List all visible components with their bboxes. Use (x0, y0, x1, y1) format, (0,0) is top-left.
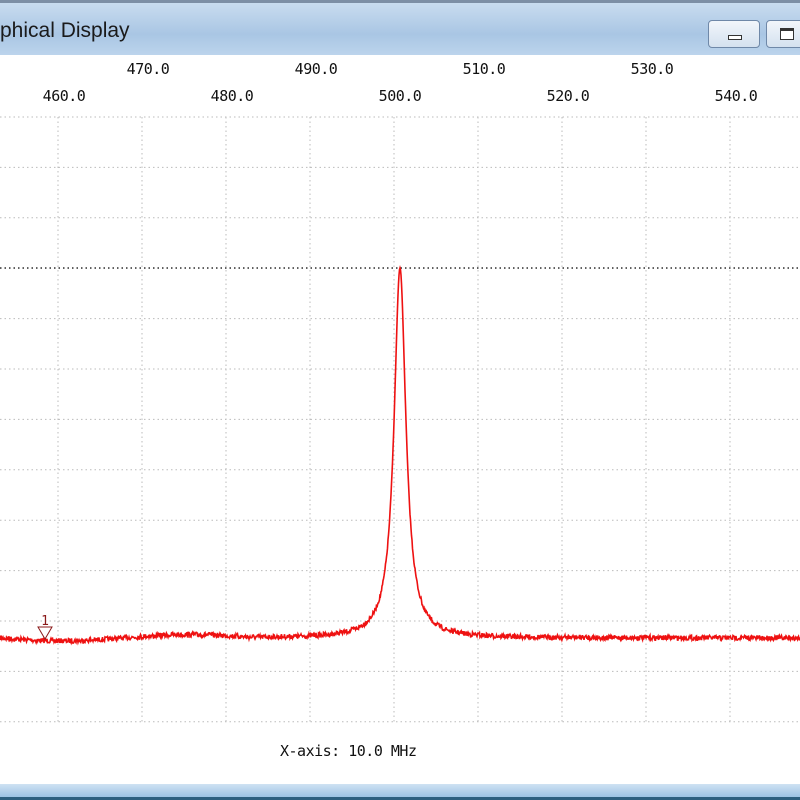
marker-triangle-icon (37, 626, 53, 640)
title-bar: phical Display (0, 0, 800, 55)
spectrum-trace (0, 265, 800, 646)
maximize-icon (780, 28, 794, 40)
minimize-icon (728, 35, 742, 40)
x-tick-label-top: 490.0 (294, 60, 338, 78)
x-tick-label-bottom: 480.0 (210, 87, 254, 105)
x-tick-label-bottom: 500.0 (378, 87, 422, 105)
minimize-button[interactable] (708, 20, 760, 48)
x-tick-label-bottom: 460.0 (42, 87, 86, 105)
x-tick-label-bottom: 540.0 (714, 87, 758, 105)
x-tick-label-top: 470.0 (126, 60, 170, 78)
marker-1[interactable]: 1 (37, 614, 53, 640)
spectrum-plot: 1 (0, 116, 800, 723)
window-title: phical Display (0, 19, 130, 42)
x-tick-label-bottom: 520.0 (546, 87, 590, 105)
x-tick-label-top: 530.0 (630, 60, 674, 78)
x-tick-label-top: 510.0 (462, 60, 506, 78)
x-axis-scale-label: X-axis: 10.0 MHz (280, 742, 417, 760)
bottom-border (0, 784, 800, 800)
maximize-button[interactable] (766, 20, 800, 48)
